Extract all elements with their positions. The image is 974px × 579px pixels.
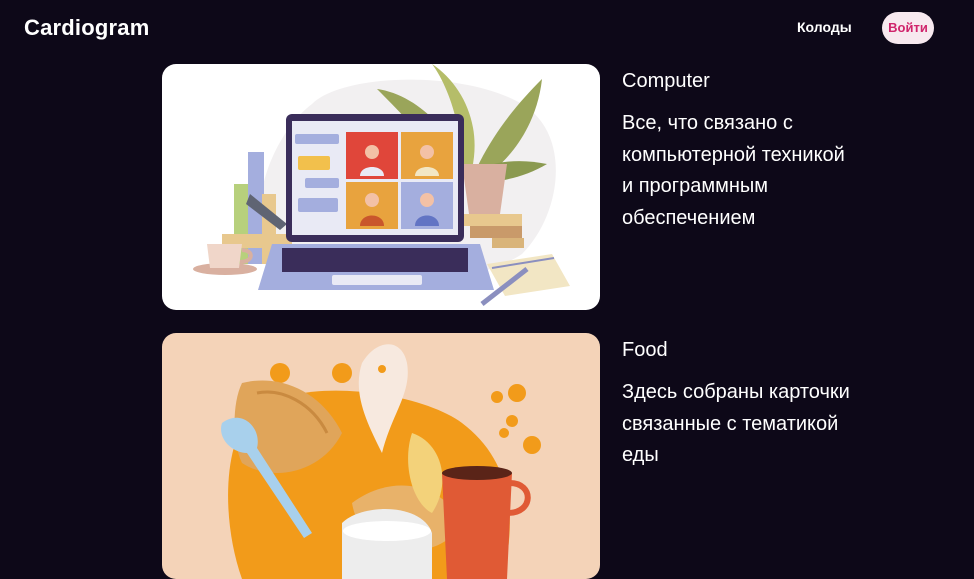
deck-title: Computer — [622, 70, 710, 92]
deck-card-food[interactable]: Food Здесь собраны карточки связанные с … — [162, 333, 862, 579]
logo[interactable]: Cardiogram — [24, 15, 149, 41]
nav-decks-link[interactable]: Колоды — [797, 19, 852, 35]
deck-description: Здесь собраны карточки связанные с темат… — [622, 381, 850, 466]
deck-image-computer[interactable] — [162, 64, 600, 310]
deck-image-food[interactable] — [162, 333, 600, 579]
food-illustration — [162, 333, 600, 579]
laptop-illustration — [162, 64, 600, 310]
login-button[interactable]: Войти — [882, 12, 934, 44]
deck-description: Все, что связано с компьютерной техникой… — [622, 112, 845, 229]
deck-card-computer[interactable]: Computer Все, что связано с компьютерной… — [162, 64, 862, 310]
top-nav: Cardiogram Колоды Войти — [0, 0, 974, 58]
deck-title: Food — [622, 339, 668, 361]
